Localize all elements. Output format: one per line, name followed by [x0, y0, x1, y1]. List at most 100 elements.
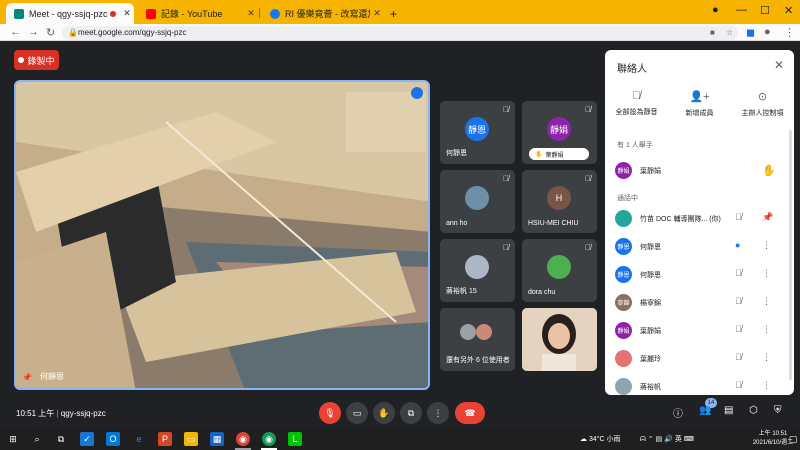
tab-facebook[interactable]: RI 優樂竟薈 - 改寫還加主還會議 ✕ — [262, 3, 384, 24]
facebook-favicon-icon — [270, 8, 280, 19]
raised-hands-label: 有 1 人舉手 — [617, 142, 653, 149]
extension-icon[interactable]: ◼ — [746, 26, 755, 39]
search-icon[interactable]: ⌕ — [30, 432, 44, 446]
address-bar[interactable]: 🔒 meet.google.com/qgy-ssjq-pzc ■ ☆ — [62, 26, 738, 40]
add-people-button[interactable]: 👤+ 新增成員 — [668, 90, 731, 118]
tab-youtube[interactable]: 記錄 - YouTube ✕ — [138, 3, 258, 24]
chrome-icon[interactable]: ◉ — [236, 432, 250, 446]
people-icon[interactable]: 👥 — [699, 405, 711, 416]
mute-all-button[interactable]: 🎙̸ 全部設為靜音 — [605, 90, 668, 117]
camera-icon[interactable]: ■ — [710, 26, 715, 40]
recording-dot-icon — [110, 10, 116, 17]
avatar-photo — [547, 255, 571, 279]
new-tab-button[interactable]: + — [388, 3, 404, 24]
ime-label[interactable]: 英 — [675, 436, 682, 443]
person-row[interactable]: 葉麗玲 🎙̸ ⋮ — [605, 350, 788, 370]
close-icon[interactable]: ✕ — [244, 8, 258, 19]
outlook-icon[interactable]: O — [106, 432, 120, 446]
camera-icon: ▭ — [352, 407, 362, 418]
close-icon[interactable]: ✕ — [120, 8, 134, 19]
network-icon[interactable]: ▤ — [656, 436, 663, 443]
tab-title: 記錄 - YouTube — [161, 9, 223, 19]
mic-toggle-button[interactable]: 🎙 — [319, 402, 341, 424]
person-row[interactable]: 寧錦 楊寧錦 🎙̸ ⋮ — [605, 294, 788, 314]
action-label: 全部設為靜音 — [615, 109, 658, 116]
self-view-tile[interactable] — [522, 308, 597, 371]
reload-icon[interactable]: ↻ — [46, 26, 55, 39]
back-icon[interactable]: ← — [10, 26, 21, 38]
keyboard-icon[interactable]: ⌨ — [684, 436, 694, 443]
chevron-up-icon[interactable]: ⌃ — [648, 436, 654, 443]
windows-start-icon[interactable]: ⊞ — [6, 432, 20, 446]
more-vert-icon[interactable]: ⋮ — [762, 268, 771, 279]
person-row[interactable]: 蔣裕帆 🎙̸ ⋮ — [605, 378, 788, 395]
minimize-icon[interactable]: — — [736, 4, 747, 16]
powerpoint-icon[interactable]: P — [158, 432, 172, 446]
host-controls-button[interactable]: ⊙ 主辦人控制項 — [731, 90, 794, 118]
chrome-icon[interactable]: ◉ — [262, 432, 276, 446]
recording-badge: 錄製中 — [14, 50, 59, 70]
notification-icon[interactable]: ▢ — [788, 432, 798, 446]
avatar-photo — [460, 324, 476, 340]
person-name: 何靜恩 — [640, 272, 661, 279]
profile-dot-icon[interactable]: ● — [712, 4, 719, 16]
more-vert-icon[interactable]: ⋮ — [762, 324, 771, 335]
present-button[interactable]: ⧉ — [400, 402, 422, 424]
avatar-photo — [615, 350, 632, 367]
more-vert-icon[interactable]: ⋮ — [762, 352, 771, 363]
more-vert-icon: ⋮ — [433, 407, 443, 418]
task-view-icon[interactable]: ⧉ — [54, 432, 68, 446]
hand-icon[interactable]: ✋ — [762, 164, 776, 177]
recording-label: 錄製中 — [27, 55, 55, 66]
close-icon[interactable]: ✕ — [370, 8, 384, 19]
person-row[interactable]: 靜娟 葉靜娟 🎙̸ ⋮ — [605, 322, 788, 342]
avatar-icon[interactable]: ● — [764, 26, 771, 38]
forward-icon[interactable]: → — [28, 26, 39, 38]
participant-tile[interactable]: 🎙̸ dora chu — [522, 239, 597, 302]
main-speaker-video[interactable]: 📌 何靜恩 — [14, 80, 430, 390]
edge-icon[interactable]: e — [132, 432, 146, 446]
avatar: 寧錦 — [615, 294, 632, 311]
participant-tile[interactable]: 🎙̸ 靜娟 ✋ 葉靜娟 — [522, 101, 597, 164]
line-icon[interactable]: L — [288, 432, 302, 446]
activities-icon[interactable]: ⬡ — [749, 405, 758, 416]
maximize-icon[interactable]: ☐ — [760, 4, 770, 17]
leave-call-button[interactable]: ☎ — [455, 402, 485, 424]
action-label: 新增成員 — [685, 110, 714, 117]
people-icon[interactable]: ᗣ — [640, 436, 646, 443]
raise-hand-button[interactable]: ✋ — [373, 402, 395, 424]
close-icon[interactable]: ✕ — [774, 58, 784, 72]
person-row[interactable]: 靜恩 何靜恩 ● ⋮ — [605, 238, 788, 258]
raised-hand-row[interactable]: 靜娟 葉靜娟 ✋ — [605, 162, 788, 182]
close-window-icon[interactable]: ✕ — [784, 4, 793, 17]
pin-icon[interactable]: 📌 — [22, 373, 32, 382]
panel-title: 聯絡人 — [617, 64, 647, 75]
info-icon[interactable]: ⓘ — [673, 405, 683, 420]
more-options-button[interactable]: ⋮ — [427, 402, 449, 424]
camera-toggle-button[interactable]: ▭ — [346, 402, 368, 424]
panel-scrollbar[interactable] — [789, 130, 792, 380]
new-tab-label: + — [390, 6, 398, 21]
person-row[interactable]: 竹苗 DOC 輔導團隊... (你) 🎙̸ 📌 — [605, 210, 788, 230]
chat-icon[interactable]: ▤ — [724, 405, 733, 416]
file-explorer-icon[interactable]: ▭ — [184, 432, 198, 446]
more-vert-icon[interactable]: ⋮ — [762, 240, 771, 251]
participant-tile[interactable]: 🎙̸ H HSIU-MEI CHIU — [522, 170, 597, 233]
url-text: meet.google.com/qgy-ssjq-pzc — [78, 28, 187, 37]
tab-meet[interactable]: Meet - qgy-ssjq-pzc ✕ — [6, 3, 134, 24]
pin-icon[interactable]: 📌 — [762, 212, 773, 223]
menu-dots-icon[interactable]: ⋮ — [784, 26, 795, 39]
star-icon[interactable]: ☆ — [726, 26, 733, 40]
person-row[interactable]: 靜恩 何靜恩 🎙̸ ⋮ — [605, 266, 788, 286]
participant-tile[interactable]: 🎙̸ 靜恩 何靜恩 — [440, 101, 515, 164]
participant-tile[interactable]: 🎙̸ 蔣裕帆 15 — [440, 239, 515, 302]
volume-icon[interactable]: 🔊 — [664, 436, 673, 443]
participant-tile[interactable]: 🎙̸ ann ho — [440, 170, 515, 233]
more-vert-icon[interactable]: ⋮ — [762, 380, 771, 391]
host-controls-icon[interactable]: ⛨ — [774, 405, 782, 416]
more-participants-tile[interactable]: 還有另外 6 位使用者 — [440, 308, 515, 371]
person-name: 楊寧錦 — [640, 300, 661, 307]
todo-icon[interactable]: ✓ — [80, 432, 94, 446]
image-viewer-icon[interactable]: ▦ — [210, 432, 224, 446]
more-vert-icon[interactable]: ⋮ — [762, 296, 771, 307]
